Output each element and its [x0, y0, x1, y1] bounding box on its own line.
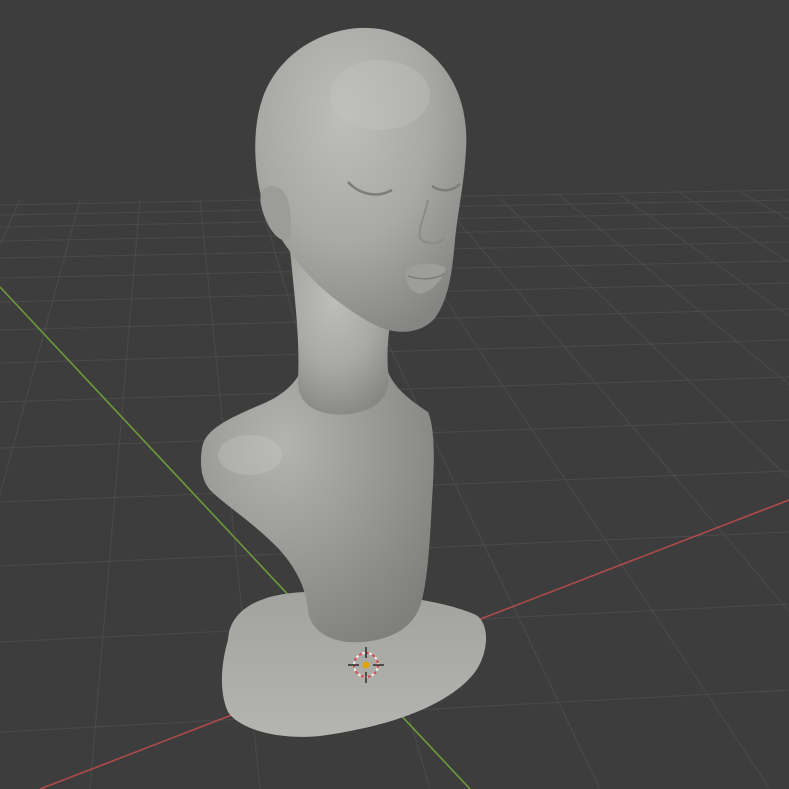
shoulder-highlight: [218, 435, 282, 475]
3d-viewport[interactable]: [0, 0, 789, 789]
forehead-highlight: [330, 60, 430, 130]
